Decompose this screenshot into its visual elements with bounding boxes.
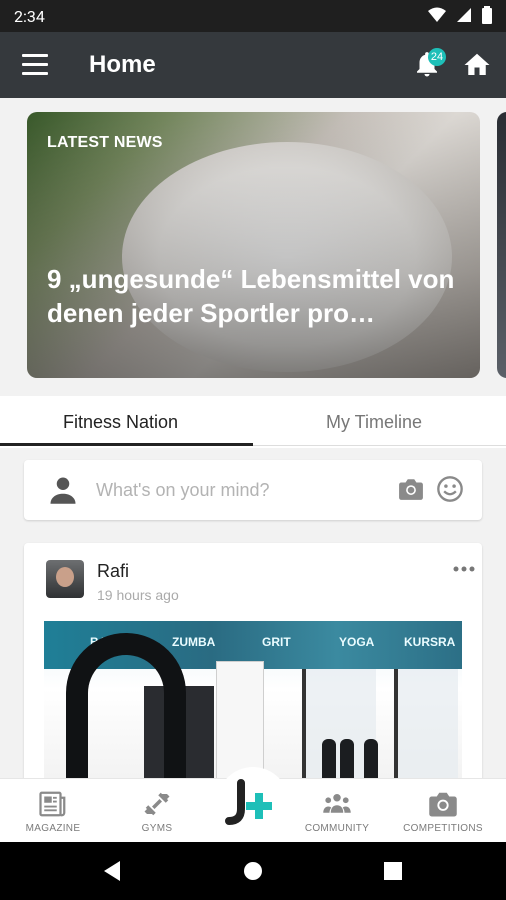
system-navigation-bar — [0, 842, 506, 900]
tab-fitness-nation[interactable]: Fitness Nation — [63, 412, 178, 433]
status-icons — [428, 6, 492, 24]
app-bar: Home 24 — [0, 32, 506, 98]
exercise-poster — [216, 661, 264, 778]
post-composer — [24, 460, 482, 520]
feed-tabs: Fitness Nation My Timeline — [0, 396, 506, 448]
home-circle-icon[interactable] — [243, 861, 263, 881]
camera-icon[interactable] — [398, 477, 424, 501]
status-time: 2:34 — [14, 7, 45, 26]
dumbbell-icon — [144, 792, 170, 816]
post-author[interactable]: Rafi — [97, 561, 129, 582]
next-news-card[interactable] — [497, 112, 506, 378]
nav-gyms[interactable]: GYMS — [112, 789, 202, 834]
post-input[interactable] — [94, 474, 388, 506]
post-timestamp: 19 hours ago — [97, 587, 179, 603]
newspaper-icon — [39, 791, 66, 817]
wifi-icon — [428, 7, 446, 22]
user-icon — [50, 477, 76, 504]
feed-content[interactable]: LATEST NEWS 9 „ungesunde“ Lebensmittel v… — [0, 98, 506, 778]
emoji-icon[interactable] — [436, 475, 464, 503]
more-options-icon[interactable] — [452, 565, 476, 573]
recents-icon[interactable] — [384, 862, 402, 880]
page-title: Home — [89, 51, 156, 78]
notification-badge: 24 — [428, 48, 446, 66]
menu-icon[interactable] — [22, 54, 48, 76]
news-headline: 9 „ungesunde“ Lebensmittel von denen jed… — [47, 264, 455, 328]
app-logo-icon — [225, 779, 272, 825]
cell-signal-icon — [457, 8, 471, 22]
feed-post[interactable]: Rafi 19 hours ago BALANCE ZUMBA GRIT YOG… — [24, 543, 482, 778]
tab-my-timeline[interactable]: My Timeline — [326, 412, 422, 433]
latest-news-card[interactable]: LATEST NEWS 9 „ungesunde“ Lebensmittel v… — [27, 112, 480, 378]
nav-community[interactable]: COMMUNITY — [292, 789, 382, 834]
back-icon[interactable] — [102, 860, 122, 882]
news-eyebrow: LATEST NEWS — [47, 134, 163, 151]
camera-icon — [429, 792, 457, 817]
avatar[interactable] — [46, 560, 84, 598]
home-icon[interactable] — [462, 50, 492, 80]
nav-competitions[interactable]: COMPETITIONS — [398, 789, 488, 834]
status-bar: 2:34 — [0, 0, 506, 32]
community-icon — [323, 794, 351, 813]
bottom-navigation: MAGAZINE GYMS COMMUNITY COMPETITIONS — [0, 767, 506, 843]
post-photo[interactable]: BALANCE ZUMBA GRIT YOGA KURSRA — [44, 621, 462, 778]
battery-icon — [482, 6, 492, 24]
gym-equipment-arch — [66, 633, 186, 778]
active-tab-indicator — [0, 443, 253, 446]
nav-magazine[interactable]: MAGAZINE — [8, 789, 98, 834]
nav-home-logo[interactable] — [217, 767, 289, 839]
